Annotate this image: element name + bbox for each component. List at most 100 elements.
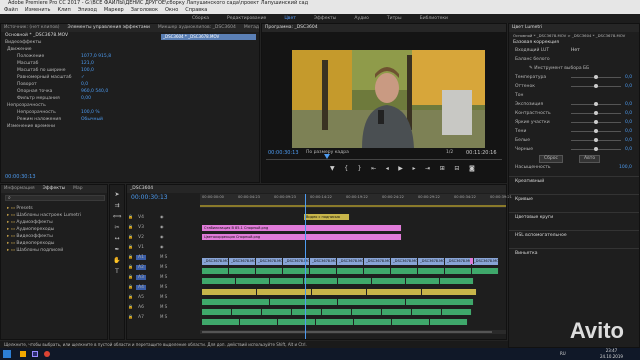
lumetri-slider-knob[interactable] xyxy=(594,75,598,79)
video-clip-v1[interactable]: _DSC3678.MOV xyxy=(364,258,391,265)
menu-item-5[interactable]: Заголовок xyxy=(131,7,158,13)
eye-icon[interactable]: ◉ xyxy=(160,224,164,229)
ripple-edit-tool-icon[interactable]: ⟺ xyxy=(110,211,124,222)
effect-row-value[interactable]: 1077,0 915,8 xyxy=(81,53,111,60)
menu-item-1[interactable]: Изменить xyxy=(25,7,51,13)
export-frame-icon[interactable]: ◙ xyxy=(469,165,475,172)
track-header[interactable]: 🔒 A3 M S xyxy=(128,272,200,281)
lock-icon[interactable]: 🔒 xyxy=(128,254,133,259)
audio-clip-a1[interactable] xyxy=(256,268,283,274)
speaker-icon[interactable]: M S xyxy=(160,284,167,289)
lumetri-section-0[interactable]: Креативный xyxy=(509,176,639,194)
effect-row-value[interactable]: 960,0 540,0 xyxy=(81,88,108,95)
lock-icon[interactable]: 🔒 xyxy=(128,214,133,219)
track-header[interactable]: 🔒 A4 M S xyxy=(128,282,200,291)
lumetri-slider-value[interactable]: 0,0 xyxy=(625,127,632,136)
lumetri-slider-track[interactable] xyxy=(571,102,621,106)
lock-icon[interactable]: 🔒 xyxy=(128,244,133,249)
effects-search-input[interactable]: ⌕ xyxy=(5,195,105,201)
browser-icon[interactable] xyxy=(44,351,50,357)
go-to-in-icon[interactable]: ⇤ xyxy=(371,165,376,172)
speaker-icon[interactable]: M S xyxy=(160,254,167,259)
track-header[interactable]: 🔒 V4 ◉ xyxy=(128,212,200,221)
program-timecode-current[interactable]: 00:00:30:13 xyxy=(268,150,299,156)
audio-clip-a2[interactable] xyxy=(440,278,474,284)
keyboard-language[interactable]: RU xyxy=(560,351,566,356)
effect-row-value[interactable]: 0,00 xyxy=(81,95,91,102)
lumetri-title[interactable]: Цвет Lumetri xyxy=(512,25,542,30)
effect-row-value[interactable]: 0,0 xyxy=(81,81,88,88)
track-header[interactable]: 🔒 A7 M S xyxy=(128,312,200,321)
track-header[interactable]: 🔒 A2 M S xyxy=(128,262,200,271)
text-tool-icon[interactable]: T xyxy=(110,266,124,277)
audio-clip-a5[interactable] xyxy=(412,309,442,315)
lumetri-slider-value[interactable]: 0,0 xyxy=(625,82,632,91)
workspace-tab-3[interactable]: Эффекты xyxy=(314,16,337,21)
effect-row-value[interactable]: ✓ xyxy=(81,74,85,81)
lumetri-section-4[interactable]: Виньетка xyxy=(509,248,639,266)
track-header[interactable]: 🔒 V3 ◉ xyxy=(128,222,200,231)
lumetri-section-2[interactable]: Цветовые круги xyxy=(509,212,639,230)
audio-clip-a6[interactable] xyxy=(202,319,240,325)
lock-icon[interactable]: 🔒 xyxy=(128,224,133,229)
lumetri-slider-knob[interactable] xyxy=(594,102,598,106)
lumetri-slider-value[interactable]: 0,0 xyxy=(625,100,632,109)
audio-clip-a6[interactable] xyxy=(240,319,278,325)
lumetri-slider-track[interactable] xyxy=(571,138,621,142)
audio-clip-a3[interactable] xyxy=(257,289,312,295)
video-clip-v1[interactable]: _DSC3678.MOV xyxy=(337,258,364,265)
audio-clip-a1[interactable] xyxy=(364,268,391,274)
video-clip-v1[interactable]: _DSC3678.MOV xyxy=(418,258,445,265)
graphic-clip[interactable]: Стабилизация В 85-1 Спорный.png xyxy=(202,225,402,231)
audio-clip-a3[interactable] xyxy=(202,289,257,295)
effect-tab-3[interactable]: Метаданные xyxy=(244,25,259,30)
menu-item-2[interactable]: Клип xyxy=(57,7,70,13)
audio-clip-a1[interactable] xyxy=(418,268,445,274)
auto-button[interactable]: Авто xyxy=(579,155,601,163)
effect-row-value[interactable]: Обычный xyxy=(81,116,103,123)
effects-folder-item[interactable]: ▸ ▭ Видеопереходы xyxy=(1,240,107,247)
audio-clip-a4[interactable] xyxy=(270,299,338,305)
out-point-icon[interactable]: } xyxy=(358,165,362,172)
effects-folder-item[interactable]: ▸ ▭ Presets xyxy=(1,205,107,212)
video-clip-v1[interactable]: _DSC3678.MOV xyxy=(472,258,499,265)
lumetri-wb-picker[interactable]: ✎ Инструмент выбора ББ xyxy=(509,64,639,73)
timeline-timecode[interactable]: 00:00:30:13 xyxy=(131,194,168,201)
graphic-clip[interactable]: Цветокоррекция Спорный.png xyxy=(202,234,402,240)
lumetri-slider-track[interactable] xyxy=(571,147,621,151)
start-button[interactable] xyxy=(3,350,11,358)
overwrite-icon[interactable]: ⊟ xyxy=(454,165,459,172)
project-tab-0[interactable]: Информация xyxy=(4,186,35,191)
lock-icon[interactable]: 🔒 xyxy=(128,284,133,289)
audio-clip-a5[interactable] xyxy=(352,309,382,315)
menu-item-4[interactable]: Маркер xyxy=(104,7,124,13)
audio-clip-a2[interactable] xyxy=(406,278,440,284)
lumetri-slider-track[interactable] xyxy=(571,120,621,124)
razor-tool-icon[interactable]: ✂ xyxy=(110,222,124,233)
project-tab-1[interactable]: Эффекты xyxy=(43,186,66,191)
go-to-out-icon[interactable]: ⇥ xyxy=(425,165,430,172)
lumetri-slider-knob[interactable] xyxy=(594,120,598,124)
lumetri-saturation[interactable]: Насыщенность 100,0 xyxy=(509,163,639,172)
audio-clip-a6[interactable] xyxy=(278,319,316,325)
workspace-tab-6[interactable]: Библиотеки xyxy=(420,16,448,21)
lumetri-slider-knob[interactable] xyxy=(594,147,598,151)
lumetri-basic-section[interactable]: Базовая коррекция xyxy=(509,39,639,46)
lumetri-slider-knob[interactable] xyxy=(594,111,598,115)
audio-clip-a1[interactable] xyxy=(310,268,337,274)
audio-clip-a2[interactable] xyxy=(236,278,270,284)
workspace-tab-0[interactable]: Сборка xyxy=(192,16,209,21)
lumetri-slider-track[interactable] xyxy=(571,75,621,79)
audio-clip-a5[interactable] xyxy=(262,309,292,315)
workspace-tab-5[interactable]: Титры xyxy=(387,16,402,21)
effects-folder-item[interactable]: ▸ ▭ Шаблоны настроек Lumetri xyxy=(1,212,107,219)
lumetri-slider-track[interactable] xyxy=(571,111,621,115)
track-header[interactable]: 🔒 A5 M S xyxy=(128,292,200,301)
lock-icon[interactable]: 🔒 xyxy=(128,294,133,299)
timeline-title[interactable]: _DSC3604 xyxy=(130,186,153,191)
lumetri-slider-value[interactable]: 0,0 xyxy=(625,136,632,145)
premiere-icon[interactable] xyxy=(32,351,38,357)
lumetri-section-3[interactable]: HSL вспомогательное xyxy=(509,230,639,248)
audio-clip-a5[interactable] xyxy=(202,309,232,315)
track-header[interactable]: 🔒 V1 ◉ xyxy=(128,242,200,251)
